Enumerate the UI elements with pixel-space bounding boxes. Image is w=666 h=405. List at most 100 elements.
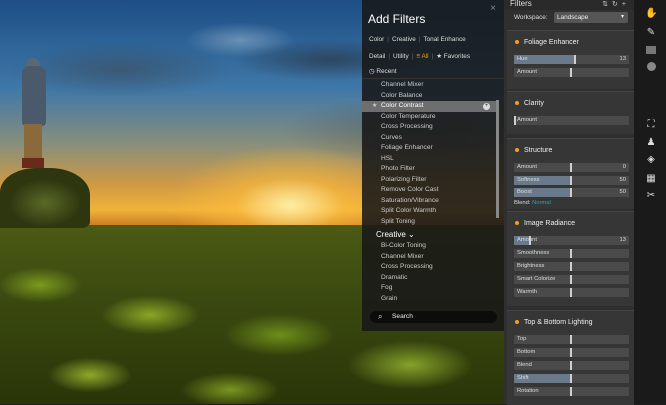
list-item[interactable]: Channel Mixer: [362, 252, 496, 263]
slider-value: 0: [622, 164, 626, 170]
blend-mode[interactable]: Blend: Normal: [514, 200, 551, 206]
slider-boost[interactable]: Boost 50: [514, 188, 629, 197]
slider-amount[interactable]: Amount 0: [514, 163, 629, 172]
search-icon: ⌕: [378, 312, 383, 321]
list-item[interactable]: Remove Color Cast: [362, 185, 496, 196]
slider-label: Amount: [517, 69, 537, 75]
chevron-down-icon: ⌄: [408, 230, 415, 239]
slider-smoothness[interactable]: Smoothness: [514, 249, 629, 258]
slider-bottom[interactable]: Bottom: [514, 348, 629, 357]
add-filters-panel: Add Filters × Color | Creative | Tonal Enhan…: [362, 0, 504, 331]
list-item[interactable]: Dramatic: [362, 273, 496, 284]
list-item[interactable]: Cross Processing: [362, 262, 496, 273]
slider-amount[interactable]: Amount 13: [514, 236, 629, 245]
section-title-label: Structure: [524, 147, 553, 154]
slider-hue[interactable]: Hue 13: [514, 55, 629, 64]
category-row-2: Detail | Utility | ≡ All | ★ Favorites: [369, 53, 471, 60]
divider: [362, 78, 504, 79]
slider-label: Warmth: [517, 289, 538, 295]
hiker-legs: [24, 124, 42, 160]
category-label: Creative: [376, 230, 406, 239]
list-item[interactable]: Foliage Enhancer: [362, 143, 496, 154]
transform-icon[interactable]: ▦: [645, 173, 657, 185]
slider-value: 50: [619, 189, 626, 195]
list-item[interactable]: Color Temperature: [362, 112, 496, 123]
plus-icon[interactable]: +: [622, 1, 630, 8]
slider-smart-colorize[interactable]: Smart Colorize: [514, 275, 629, 284]
slider-blend[interactable]: Blend: [514, 361, 629, 370]
tab-detail[interactable]: Detail: [369, 53, 385, 60]
search-placeholder: Search: [392, 313, 413, 320]
recent-button[interactable]: ◷ Recent: [369, 67, 397, 75]
tab-tonal-enhance[interactable]: Tonal Enhance: [423, 36, 465, 43]
star-icon[interactable]: ★: [372, 101, 377, 112]
close-icon[interactable]: ×: [490, 3, 496, 14]
slider-amount[interactable]: Amount: [514, 68, 629, 77]
section-image-radiance: Image Radiance Amount 13 Smoothness Brigh…: [507, 211, 634, 306]
tab-utility[interactable]: Utility: [393, 53, 409, 60]
slider-rotation[interactable]: Rotation: [514, 387, 629, 396]
brush-icon[interactable]: ✎: [645, 27, 657, 39]
category-creative-header[interactable]: Creative ⌄: [362, 229, 496, 241]
list-item[interactable]: Bi-Color Toning: [362, 241, 496, 252]
list-item[interactable]: Saturation/Vibrance: [362, 196, 496, 207]
hand-icon[interactable]: ✋: [645, 8, 657, 20]
slider-brightness[interactable]: Brightness: [514, 262, 629, 271]
enabled-dot-icon[interactable]: [515, 40, 519, 45]
sort-icon[interactable]: ⇅: [602, 1, 612, 8]
list-item[interactable]: Channel Mixer: [362, 80, 496, 91]
stamp-icon[interactable]: ♟: [645, 137, 657, 149]
slider-label: Brightness: [517, 263, 545, 269]
panel-title: Filters: [510, 0, 532, 8]
slider-warmth[interactable]: Warmth: [514, 288, 629, 297]
list-scrollbar[interactable]: [496, 100, 499, 218]
workspace-label: Workspace:: [514, 14, 548, 21]
scissors-icon[interactable]: ✂: [645, 190, 657, 202]
list-item[interactable]: Grain: [362, 294, 496, 305]
slider-label: Amount: [517, 237, 537, 243]
slider-amount[interactable]: Amount: [514, 116, 629, 125]
enabled-dot-icon[interactable]: [515, 221, 519, 226]
section-title[interactable]: Clarity: [515, 100, 544, 107]
slider-label: Amount: [517, 117, 537, 123]
section-clarity: Clarity Amount: [507, 91, 634, 134]
list-item[interactable]: HSL: [362, 154, 496, 165]
gradient-icon[interactable]: [646, 46, 656, 54]
enabled-dot-icon[interactable]: [515, 148, 519, 153]
enabled-dot-icon[interactable]: [515, 101, 519, 106]
enabled-dot-icon[interactable]: [515, 320, 519, 325]
list-item-selected[interactable]: ★ Color Contrast +: [362, 101, 496, 112]
list-item[interactable]: Split Toning: [362, 217, 496, 228]
list-item[interactable]: Fog: [362, 283, 496, 294]
eraser-icon[interactable]: ◈: [645, 154, 657, 166]
add-icon[interactable]: +: [483, 103, 490, 110]
search-input[interactable]: ⌕ Search: [370, 311, 497, 323]
section-title[interactable]: Top & Bottom Lighting: [515, 319, 593, 326]
section-title[interactable]: Image Radiance: [515, 220, 575, 227]
slider-value: 13: [619, 56, 626, 62]
list-item[interactable]: Photo Filter: [362, 164, 496, 175]
crop-icon[interactable]: ⛶: [645, 119, 657, 131]
list-item[interactable]: Split Color Warmth: [362, 206, 496, 217]
section-title[interactable]: Foliage Enhancer: [515, 39, 579, 46]
list-item[interactable]: Polarizing Filter: [362, 175, 496, 186]
list-item[interactable]: Cross Processing: [362, 122, 496, 133]
section-title[interactable]: Structure: [515, 147, 552, 154]
blend-value[interactable]: Normal: [532, 200, 551, 206]
tab-all[interactable]: All: [421, 53, 428, 60]
category-row-1: Color | Creative | Tonal Enhance: [369, 36, 466, 43]
filter-list: Channel Mixer Color Balance ★ Color Contr…: [362, 80, 496, 304]
radial-icon[interactable]: [647, 62, 656, 71]
slider-softness[interactable]: Softness 50: [514, 176, 629, 185]
slider-label: Smart Colorize: [517, 276, 556, 282]
tab-favorites[interactable]: Favorites: [444, 53, 470, 60]
slider-shift[interactable]: Shift: [514, 374, 629, 383]
slider-top[interactable]: Top: [514, 335, 629, 344]
list-item[interactable]: Color Balance: [362, 91, 496, 102]
tab-color[interactable]: Color: [369, 36, 384, 43]
workspace-select[interactable]: Landscape ▾: [554, 12, 628, 23]
list-item[interactable]: Curves: [362, 133, 496, 144]
refresh-icon[interactable]: ↻: [612, 1, 622, 8]
tab-creative[interactable]: Creative: [392, 36, 416, 43]
slider-label: Smoothness: [517, 250, 550, 256]
